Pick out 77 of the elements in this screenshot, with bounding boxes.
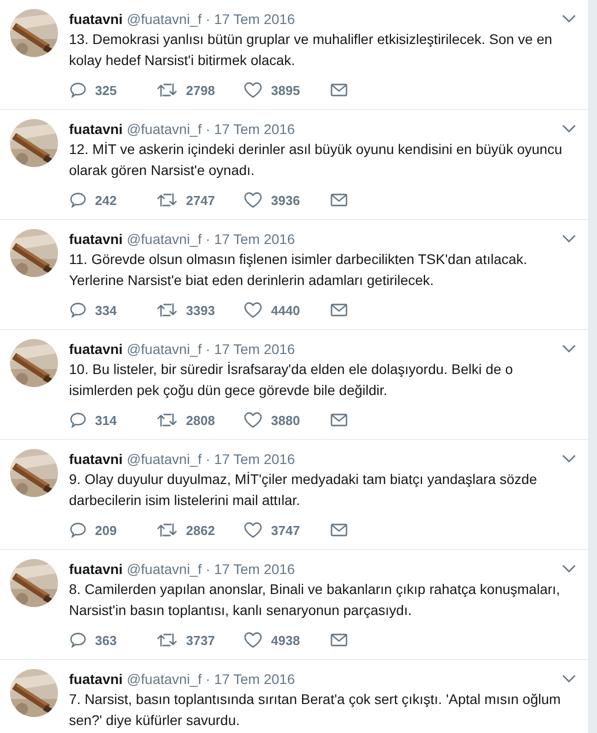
reply-icon[interactable] — [69, 191, 87, 209]
heart-icon[interactable] — [243, 191, 263, 209]
reply-icon[interactable] — [69, 411, 87, 429]
retweet-icon[interactable] — [156, 631, 178, 649]
reply-icon[interactable] — [69, 631, 87, 649]
chevron-down-icon[interactable] — [562, 454, 576, 463]
envelope-icon[interactable] — [330, 633, 348, 647]
like-count: 3747 — [271, 522, 300, 538]
user-name[interactable]: fuatavni — [69, 669, 123, 689]
tweet-date[interactable]: · 17 Tem 2016 — [206, 229, 295, 249]
tweet-text: 9. Olay duyulur duyulmaz, MİT'çiler medyadaki tam biatçı yandaşlara sözde darbecilerin isim listelerini mail attılar. — [69, 470, 538, 510]
heart-icon[interactable] — [243, 81, 263, 99]
envelope-icon[interactable] — [330, 523, 348, 537]
user-name[interactable]: fuatavni — [69, 449, 123, 469]
user-handle[interactable]: @fuatavni_f — [126, 119, 202, 139]
heart-icon[interactable] — [243, 521, 263, 539]
user-name[interactable]: fuatavni — [69, 119, 123, 139]
reply-count: 334 — [95, 302, 117, 318]
user-handle[interactable]: @fuatavni_f — [126, 339, 202, 359]
tweet-text: 7. Narsist, basın toplantısında sırıtan Berat'a çok sert çıkıştı. 'Aptal mısın oğlum sen?' diye küfürler savurdu. — [69, 690, 562, 730]
retweet-count: 2798 — [186, 82, 215, 98]
retweet-icon[interactable] — [156, 301, 178, 319]
user-handle[interactable]: @fuatavni_f — [126, 559, 202, 579]
like-count: 4938 — [271, 632, 300, 648]
user-name[interactable]: fuatavni — [69, 229, 123, 249]
user-name[interactable]: fuatavni — [69, 9, 123, 29]
tweet-date[interactable]: · 17 Tem 2016 — [206, 669, 295, 689]
retweet-icon[interactable] — [156, 521, 178, 539]
tweet-date[interactable]: · 17 Tem 2016 — [206, 339, 295, 359]
like-count: 4440 — [271, 302, 300, 318]
heart-icon[interactable] — [243, 631, 263, 649]
reply-icon[interactable] — [69, 81, 87, 99]
envelope-icon[interactable] — [330, 83, 348, 97]
tweet-text: 10. Bu listeler, bir süredir İsrafsaray'da elden ele dolaşıyordu. Belki de o isimlerden pek çoğu dün gece görevde bile değildir. — [69, 360, 514, 400]
user-handle[interactable]: @fuatavni_f — [126, 229, 202, 249]
like-count: 3895 — [271, 82, 300, 98]
chevron-down-icon[interactable] — [562, 14, 576, 23]
envelope-icon[interactable] — [330, 193, 348, 207]
reply-count: 242 — [95, 192, 117, 208]
chevron-down-icon[interactable] — [562, 564, 576, 573]
tweet-date[interactable]: · 17 Tem 2016 — [206, 559, 295, 579]
heart-icon[interactable] — [243, 301, 263, 319]
retweet-icon[interactable] — [156, 81, 178, 99]
reply-count: 363 — [95, 632, 117, 648]
tweet-date[interactable]: · 17 Tem 2016 — [206, 449, 295, 469]
user-handle[interactable]: @fuatavni_f — [126, 449, 202, 469]
reply-count: 325 — [95, 82, 117, 98]
tweet-text: 12. MİT ve askerin içindeki derinler asıl büyük oyunu kendisini en büyük oyuncu olarak gören Narsist'e oynadı. — [69, 140, 564, 180]
user-name[interactable]: fuatavni — [69, 339, 123, 359]
tweet-text: 13. Demokrasi yanlısı bütün gruplar ve muhalifler etkisizleştirilecek. Son ve en kolay hedef Narsist'i bitirmek olacak. — [69, 30, 554, 70]
envelope-icon[interactable] — [330, 413, 348, 427]
retweet-count: 3393 — [186, 302, 215, 318]
user-handle[interactable]: @fuatavni_f — [126, 9, 202, 29]
tweet-text: 8. Camilerden yapılan anonslar, Binali ve bakanların çıkıp rahatça konuşmaları, Narsist'in basın toplantısı, kanlı senaryonun parçasıydı. — [69, 580, 562, 620]
user-name[interactable]: fuatavni — [69, 559, 123, 579]
like-count: 3936 — [271, 192, 300, 208]
envelope-icon[interactable] — [330, 303, 348, 317]
tweet-text: 11. Görevde olsun olmasın fişlenen isimler darbecilikten TSK'dan atılacak. Yerlerine Narsist'e biat eden derinlerin adamları getirilecek. — [69, 250, 528, 290]
heart-icon[interactable] — [243, 411, 263, 429]
like-count: 3880 — [271, 412, 300, 428]
retweet-count: 2808 — [186, 412, 215, 428]
chevron-down-icon[interactable] — [562, 344, 576, 353]
retweet-icon[interactable] — [156, 191, 178, 209]
retweet-count: 2862 — [186, 522, 215, 538]
chevron-down-icon[interactable] — [562, 124, 576, 133]
retweet-count: 3737 — [186, 632, 215, 648]
reply-count: 209 — [95, 522, 117, 538]
tweet-date[interactable]: · 17 Tem 2016 — [206, 9, 295, 29]
retweet-count: 2747 — [186, 192, 215, 208]
chevron-down-icon[interactable] — [562, 234, 576, 243]
retweet-icon[interactable] — [156, 411, 178, 429]
reply-count: 314 — [95, 412, 117, 428]
user-handle[interactable]: @fuatavni_f — [126, 669, 202, 689]
chevron-down-icon[interactable] — [562, 674, 576, 683]
reply-icon[interactable] — [69, 521, 87, 539]
tweet-date[interactable]: · 17 Tem 2016 — [206, 119, 295, 139]
reply-icon[interactable] — [69, 301, 87, 319]
